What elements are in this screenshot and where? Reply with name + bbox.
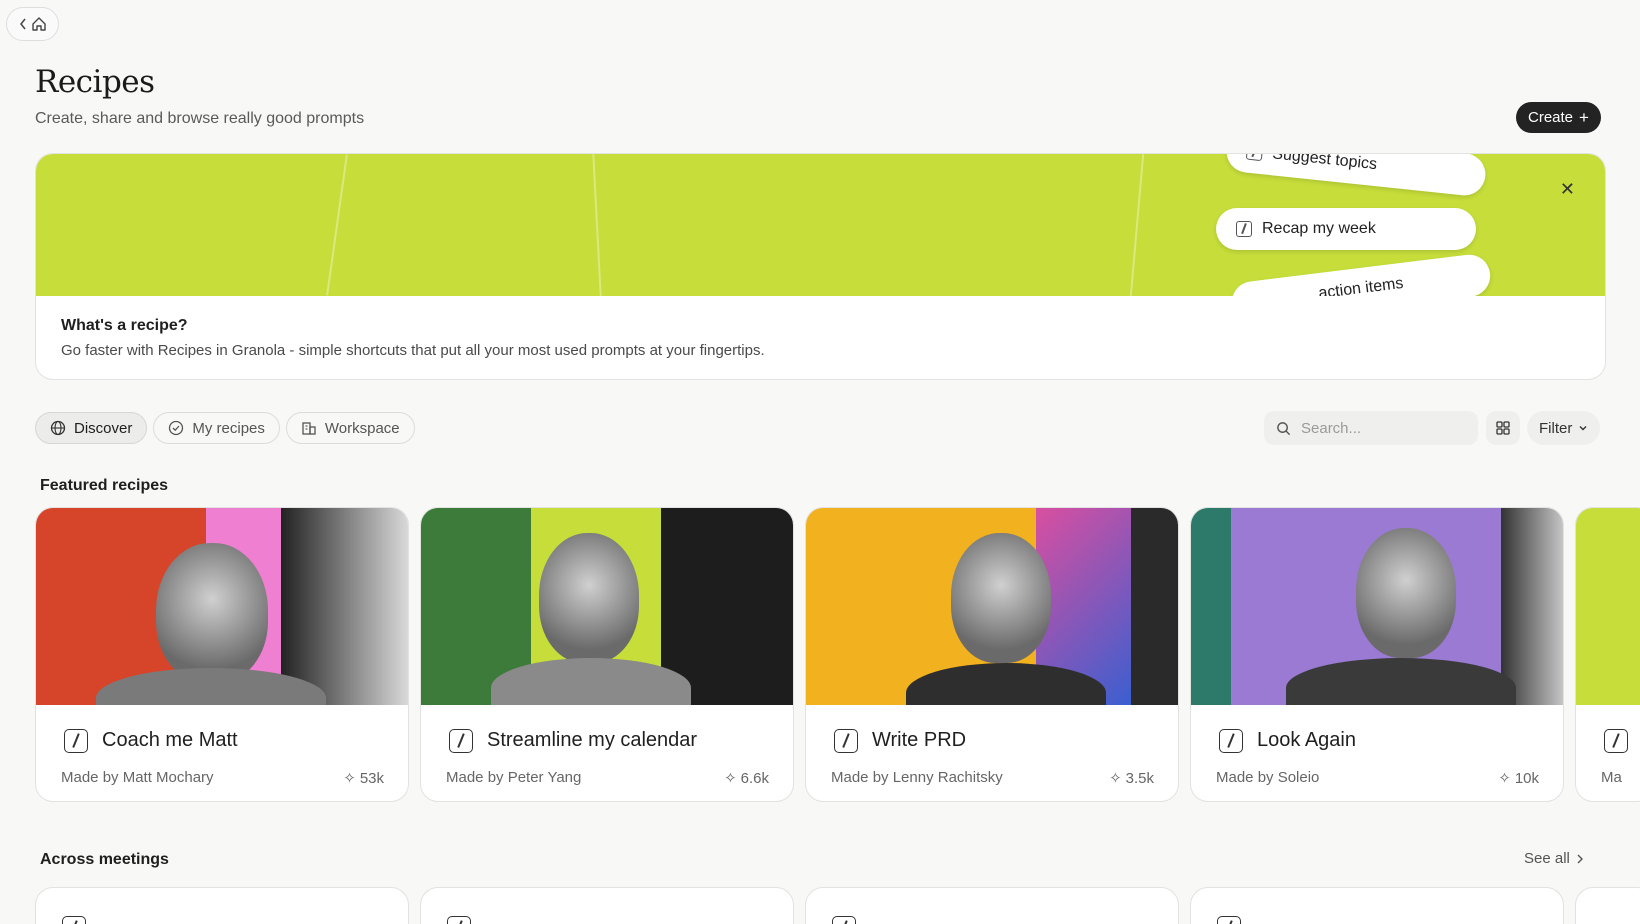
- recipe-author: Made by Peter Yang: [446, 769, 582, 786]
- building-icon: [302, 422, 316, 435]
- back-home-button[interactable]: [6, 7, 59, 41]
- search-icon: [1277, 421, 1291, 435]
- tab-discover[interactable]: Discover: [35, 412, 148, 444]
- banner-chip: action items: [1229, 252, 1493, 296]
- slash-icon: [1604, 729, 1628, 753]
- slash-icon: [834, 729, 858, 753]
- tab-label: Discover: [74, 419, 133, 437]
- search-input[interactable]: [1301, 419, 1451, 437]
- recipe-card[interactable]: [35, 887, 409, 924]
- home-icon: [31, 17, 46, 31]
- tab-label: Workspace: [324, 419, 400, 437]
- grid-icon: [1496, 421, 1510, 435]
- recipe-author: Made by Soleio: [1216, 769, 1320, 786]
- slash-icon: [1236, 221, 1252, 237]
- filter-button[interactable]: Filter: [1527, 411, 1601, 445]
- plus-icon: +: [1579, 108, 1589, 127]
- recipe-card[interactable]: Streamline my calendar Made by Peter Yan…: [420, 507, 794, 802]
- recipe-author: Ma: [1601, 769, 1622, 786]
- recipe-usage-count: ✧ 10k: [1498, 769, 1539, 788]
- slash-icon: [1219, 729, 1243, 753]
- recipe-author: Made by Matt Mochary: [61, 769, 214, 786]
- filter-label: Filter: [1539, 419, 1573, 437]
- tab-workspace[interactable]: Workspace: [285, 412, 415, 444]
- slash-icon: [1217, 916, 1241, 924]
- recipe-card-image: [1576, 508, 1640, 705]
- slash-icon: [449, 729, 473, 753]
- recipe-usage-count: ✧ 53k: [343, 769, 384, 788]
- create-button[interactable]: Create +: [1516, 102, 1601, 133]
- recipe-title: Write PRD: [872, 729, 967, 751]
- across-meetings-title: Across meetings: [40, 851, 169, 868]
- banner-chip: Recap my week: [1216, 208, 1476, 250]
- recipe-title: Streamline my calendar: [487, 729, 698, 751]
- recipe-intro-banner: Suggest topics Recap my week action item…: [35, 153, 1606, 380]
- slash-icon: [1245, 154, 1264, 162]
- recipe-card-image: [1191, 508, 1563, 705]
- check-circle-icon: [169, 420, 184, 436]
- recipe-card[interactable]: Ma: [1575, 507, 1640, 802]
- sparkle-icon: ✧: [343, 770, 356, 787]
- banner-text: Go faster with Recipes in Granola - simp…: [61, 342, 765, 359]
- globe-icon: [50, 420, 66, 436]
- slash-icon: [62, 916, 86, 924]
- page-title: Recipes: [35, 64, 155, 100]
- chevron-down-icon: [1579, 426, 1587, 431]
- recipe-card[interactable]: Write PRD Made by Lenny Rachitsky ✧ 3.5k: [805, 507, 1179, 802]
- chevron-right-icon: [1577, 854, 1583, 863]
- create-button-label: Create: [1528, 109, 1574, 126]
- slash-icon: [447, 916, 471, 924]
- search-box[interactable]: [1264, 411, 1478, 445]
- recipe-title: Coach me Matt: [102, 729, 238, 751]
- featured-section-title: Featured recipes: [40, 477, 169, 494]
- close-icon[interactable]: ✕: [1560, 179, 1575, 200]
- tab-label: My recipes: [192, 419, 265, 437]
- across-meetings-cards: [35, 887, 1640, 924]
- recipe-author: Made by Lenny Rachitsky: [831, 769, 1003, 786]
- recipe-card[interactable]: [420, 887, 794, 924]
- recipe-card[interactable]: Look Again Made by Soleio ✧ 10k: [1190, 507, 1564, 802]
- recipe-card-image: [36, 508, 408, 705]
- see-all-link[interactable]: See all: [1524, 850, 1584, 867]
- slash-icon: [832, 916, 856, 924]
- banner-heading: What's a recipe?: [61, 317, 188, 334]
- recipe-usage-count: ✧ 3.5k: [1109, 769, 1154, 788]
- recipe-usage-count: ✧ 6.6k: [724, 769, 769, 788]
- chevron-left-icon: [19, 18, 26, 30]
- recipe-tabs: Discover My recipes Workspace: [35, 412, 415, 444]
- grid-view-button[interactable]: [1486, 411, 1520, 445]
- sparkle-icon: ✧: [1109, 770, 1122, 787]
- featured-cards: Coach me Matt Made by Matt Mochary ✧ 53k …: [35, 507, 1640, 802]
- recipe-card[interactable]: [805, 887, 1179, 924]
- recipe-card[interactable]: Coach me Matt Made by Matt Mochary ✧ 53k: [35, 507, 409, 802]
- recipe-title: Look Again: [1257, 729, 1356, 751]
- banner-chip: Suggest topics: [1224, 154, 1488, 198]
- recipe-card[interactable]: [1190, 887, 1564, 924]
- sparkle-icon: ✧: [1498, 770, 1511, 787]
- slash-icon: [64, 729, 88, 753]
- recipe-card-image: [806, 508, 1178, 705]
- page-subtitle: Create, share and browse really good pro…: [35, 110, 365, 127]
- tab-my-recipes[interactable]: My recipes: [153, 412, 280, 444]
- sparkle-icon: ✧: [724, 770, 737, 787]
- banner-illustration: Suggest topics Recap my week action item…: [36, 154, 1605, 296]
- recipe-card-image: [421, 508, 793, 705]
- recipe-card[interactable]: [1575, 887, 1640, 924]
